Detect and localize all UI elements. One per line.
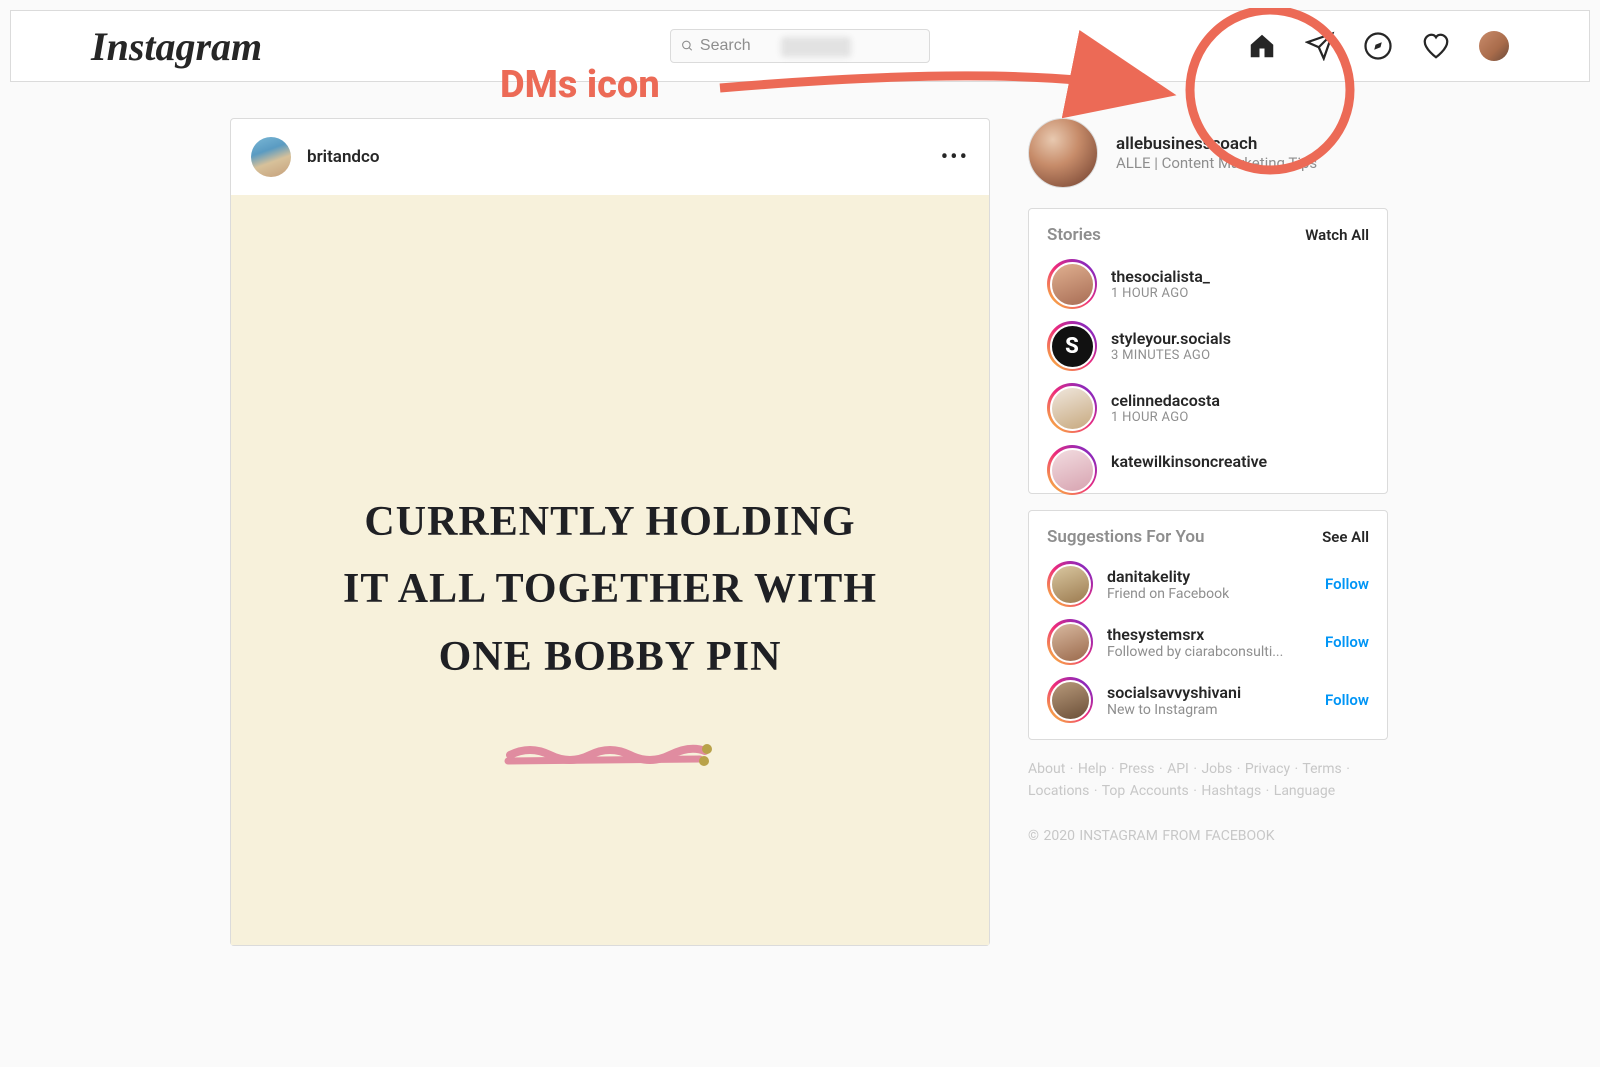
story-item[interactable]: thesocialista_ 1 HOUR AGO	[1047, 259, 1369, 309]
story-username: thesocialista_	[1111, 267, 1210, 286]
suggestion-username[interactable]: socialsavvyshivani	[1107, 683, 1311, 702]
suggestion-item: socialsavvyshivani New to Instagram Foll…	[1047, 677, 1369, 723]
sidebar-column: allebusinesscoach ALLE | Content Marketi…	[1028, 118, 1388, 946]
watch-all-link[interactable]: Watch All	[1305, 226, 1369, 244]
post-image-text: CURRENTLY HOLDING IT ALL TOGETHER WITH O…	[343, 489, 877, 691]
story-item[interactable]: celinnedacosta 1 HOUR AGO	[1047, 383, 1369, 433]
post-image[interactable]: CURRENTLY HOLDING IT ALL TOGETHER WITH O…	[231, 195, 989, 945]
post-header: britandco •••	[231, 119, 989, 195]
own-profile-row[interactable]: allebusinesscoach ALLE | Content Marketi…	[1028, 118, 1388, 188]
own-profile-username[interactable]: allebusinesscoach	[1116, 134, 1317, 154]
own-profile-avatar[interactable]	[1028, 118, 1098, 188]
profile-avatar-icon[interactable]	[1479, 31, 1509, 61]
post-author-username[interactable]: britandco	[307, 147, 380, 167]
home-icon[interactable]	[1247, 31, 1277, 61]
activity-heart-icon[interactable]	[1421, 31, 1451, 61]
follow-button[interactable]: Follow	[1325, 691, 1369, 709]
footer-links: About · Help · Press · API · Jobs · Priv…	[1028, 758, 1388, 847]
own-profile-subtitle: ALLE | Content Marketing Tips	[1116, 154, 1317, 172]
story-timestamp: 3 MINUTES AGO	[1111, 348, 1231, 363]
search-box[interactable]	[670, 29, 930, 63]
post-more-icon[interactable]: •••	[941, 145, 969, 170]
search-icon	[681, 39, 694, 53]
footer-copyright: © 2020 INSTAGRAM FROM FACEBOOK	[1028, 825, 1388, 847]
search-blur-overlay	[781, 37, 851, 57]
suggestion-item: thesystemsrx Followed by ciarabconsulti.…	[1047, 619, 1369, 665]
follow-button[interactable]: Follow	[1325, 575, 1369, 593]
suggestion-username[interactable]: thesystemsrx	[1107, 625, 1311, 644]
follow-button[interactable]: Follow	[1325, 633, 1369, 651]
story-username: katewilkinsoncreative	[1111, 452, 1267, 471]
story-username: celinnedacosta	[1111, 391, 1220, 410]
suggestion-subtitle: Friend on Facebook	[1107, 586, 1311, 602]
suggestion-subtitle: New to Instagram	[1107, 702, 1311, 718]
direct-message-icon[interactable]	[1305, 31, 1335, 61]
instagram-logo[interactable]: Instagram	[91, 23, 262, 70]
footer-links-text[interactable]: About · Help · Press · API · Jobs · Priv…	[1028, 758, 1388, 803]
suggestion-username[interactable]: danitakelity	[1107, 567, 1311, 586]
story-item[interactable]: S styleyour.socials 3 MINUTES AGO	[1047, 321, 1369, 371]
header-bar: Instagram	[10, 10, 1590, 82]
story-username: styleyour.socials	[1111, 329, 1231, 348]
story-avatar	[1050, 386, 1095, 431]
story-avatar: S	[1050, 324, 1095, 369]
suggestion-avatar[interactable]	[1050, 564, 1091, 605]
explore-icon[interactable]	[1363, 31, 1393, 61]
suggestion-item: danitakelity Friend on Facebook Follow	[1047, 561, 1369, 607]
post-card: britandco ••• CURRENTLY HOLDING IT ALL T…	[230, 118, 990, 946]
stories-panel: Stories Watch All thesocialista_ 1 HOUR …	[1028, 208, 1388, 494]
story-avatar	[1050, 448, 1095, 493]
story-timestamp: 1 HOUR AGO	[1111, 286, 1210, 301]
feed-column: britandco ••• CURRENTLY HOLDING IT ALL T…	[230, 118, 990, 946]
see-all-link[interactable]: See All	[1322, 528, 1369, 546]
post-author-avatar[interactable]	[251, 137, 291, 177]
suggestions-title: Suggestions For You	[1047, 527, 1204, 547]
story-avatar	[1050, 262, 1095, 307]
bobby-pin-illustration	[500, 731, 720, 771]
stories-title: Stories	[1047, 225, 1101, 245]
suggestion-avatar[interactable]	[1050, 680, 1091, 721]
suggestion-avatar[interactable]	[1050, 622, 1091, 663]
story-item[interactable]: katewilkinsoncreative	[1047, 445, 1369, 477]
nav-icons	[1247, 31, 1509, 61]
suggestion-subtitle: Followed by ciarabconsulti...	[1107, 644, 1311, 660]
suggestions-panel: Suggestions For You See All danitakelity…	[1028, 510, 1388, 740]
story-timestamp: 1 HOUR AGO	[1111, 410, 1220, 425]
